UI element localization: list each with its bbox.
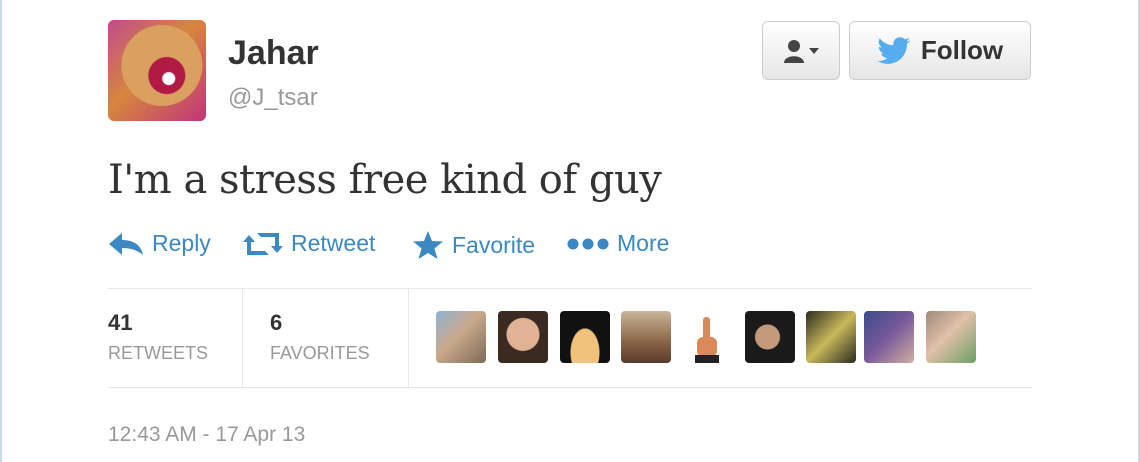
more-action[interactable]: More (567, 230, 669, 257)
stats-divider-1 (242, 288, 243, 387)
more-label: More (617, 230, 670, 256)
twitter-bird-icon (877, 36, 911, 64)
stats-divider-2 (408, 288, 409, 387)
favoriter-avatar[interactable] (864, 311, 914, 363)
reply-icon (109, 232, 143, 255)
favoriter-avatar[interactable] (745, 311, 795, 363)
user-actions-dropdown-button[interactable] (762, 21, 840, 80)
favoriter-avatar[interactable] (436, 311, 486, 363)
user-avatar[interactable] (108, 20, 206, 121)
favorites-label: FAVORITES (270, 343, 370, 363)
tweet-text: I'm a stress free kind of guy (108, 157, 662, 203)
favorite-action[interactable]: Favorite (412, 230, 535, 260)
tweet-timestamp[interactable]: 12:43 AM - 17 Apr 13 (108, 423, 305, 447)
retweets-label: RETWEETS (108, 343, 209, 363)
reply-action[interactable]: Reply (108, 230, 211, 257)
window-border-left (0, 0, 2, 462)
follow-button[interactable]: Follow (849, 21, 1031, 80)
stats-bottom-divider (108, 387, 1032, 388)
retweet-action[interactable]: Retweet (243, 230, 375, 257)
favorites-count: 6 (270, 310, 283, 335)
user-name[interactable]: Jahar (228, 34, 319, 73)
stats-top-divider (108, 288, 1032, 289)
person-icon (784, 39, 804, 63)
user-handle[interactable]: @J_tsar (228, 84, 318, 112)
favoriter-avatar[interactable] (806, 311, 856, 363)
favoriter-avatar[interactable] (498, 311, 548, 363)
favoriter-avatar[interactable] (926, 311, 976, 363)
follow-label: Follow (920, 35, 1004, 65)
caret-down-icon (809, 47, 819, 54)
reply-label: Reply (152, 230, 211, 256)
retweet-label: Retweet (291, 230, 376, 256)
favoriter-avatar[interactable] (683, 311, 733, 363)
more-dots-icon (567, 238, 609, 249)
star-icon (413, 231, 443, 259)
favorite-label: Favorite (452, 231, 536, 258)
retweet-icon (243, 232, 283, 255)
favoriter-avatar[interactable] (621, 311, 671, 363)
retweets-count: 41 (108, 310, 133, 335)
favoriter-avatar[interactable] (560, 311, 610, 363)
